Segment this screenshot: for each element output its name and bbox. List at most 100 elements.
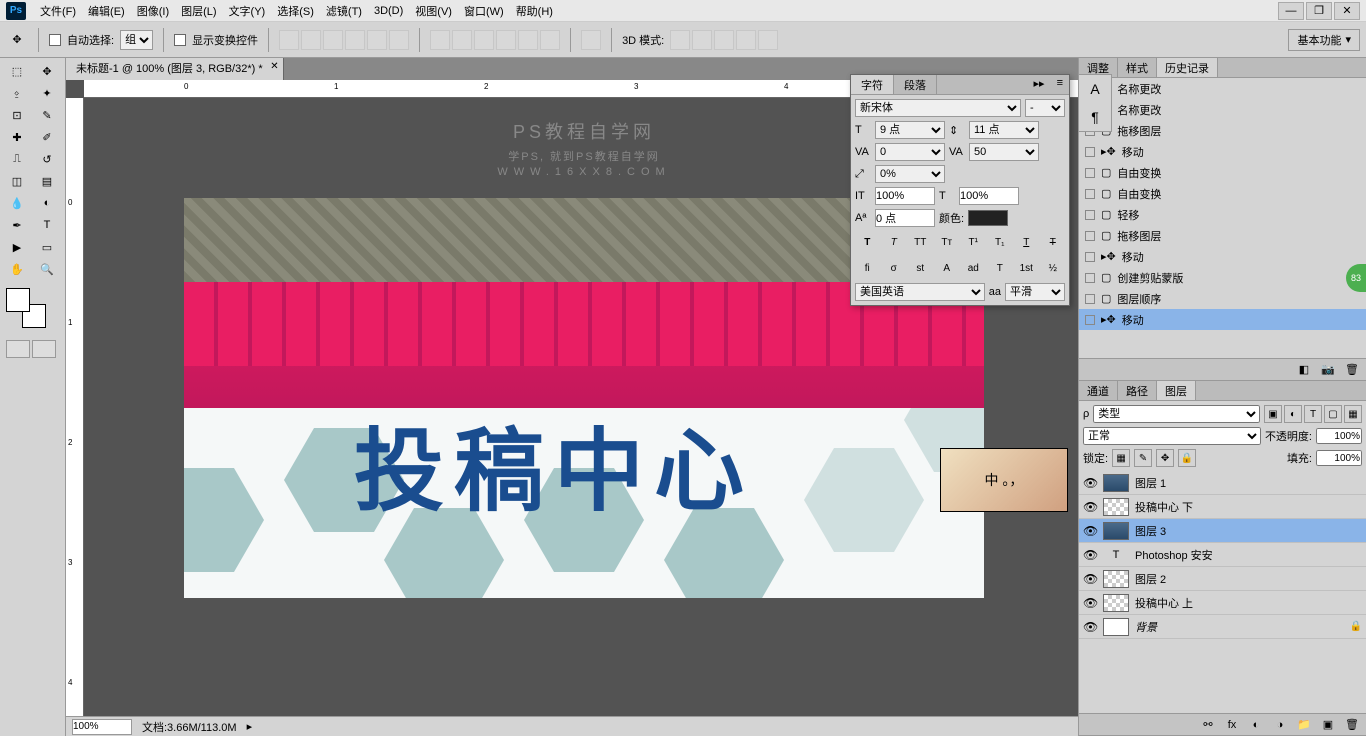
panel-menu-icon[interactable]: ≡ [1051,75,1069,94]
ot-st-icon[interactable]: st [910,259,930,277]
hscale-input[interactable] [959,187,1019,205]
path-select-tool[interactable]: ▶ [2,236,32,258]
align-top-icon[interactable] [279,30,299,50]
history-item[interactable]: ▢自由变换 [1079,183,1366,204]
language-dropdown[interactable]: 美国英语 [855,283,985,301]
lock-all-icon[interactable]: 🔒 [1178,449,1196,467]
tab-character[interactable]: 字符 [851,75,894,94]
auto-align-icon[interactable] [581,30,601,50]
brush-tool[interactable]: ✐ [32,126,62,148]
visibility-icon[interactable]: 👁 [1083,500,1097,514]
fill-input[interactable] [1316,450,1362,466]
blend-mode-dropdown[interactable]: 正常 [1083,427,1261,445]
history-item[interactable]: ▢图层顺序 [1079,288,1366,309]
delete-layer-icon[interactable]: 🗑 [1344,717,1360,733]
align-bottom-icon[interactable] [323,30,343,50]
strike-icon[interactable]: T [1043,233,1063,251]
kerning-dropdown[interactable]: 0 [875,143,945,161]
tracking-dropdown[interactable]: 50 [969,143,1039,161]
tab-layers[interactable]: 图层 [1157,381,1196,400]
subscript-icon[interactable]: T₁ [990,233,1010,251]
layer-item[interactable]: 👁图层 1 [1079,471,1366,495]
history-item[interactable]: ▢名称更改 [1079,99,1366,120]
delete-state-icon[interactable]: 🗑 [1344,362,1360,378]
tab-styles[interactable]: 样式 [1118,58,1157,77]
filter-smart-icon[interactable]: ▦ [1344,405,1362,423]
superscript-icon[interactable]: T¹ [963,233,983,251]
history-item[interactable]: ▸✥移动 [1079,246,1366,267]
opacity-input[interactable] [1316,428,1362,444]
link-layers-icon[interactable]: ⚯ [1200,717,1216,733]
move-tool[interactable]: ✥ [32,60,62,82]
leading-dropdown[interactable]: 11 点 [969,121,1039,139]
shape-tool[interactable]: ▭ [32,236,62,258]
layer-item[interactable]: 👁背景🔒 [1079,615,1366,639]
vscale-input[interactable] [875,187,935,205]
menu-view[interactable]: 视图(V) [409,1,458,21]
lock-transparency-icon[interactable]: ▦ [1112,449,1130,467]
new-layer-icon[interactable]: ▣ [1320,717,1336,733]
layer-name[interactable]: 图层 1 [1135,475,1166,491]
zoom-tool[interactable]: 🔍 [32,258,62,280]
filter-pixel-icon[interactable]: ▣ [1264,405,1282,423]
close-tab-icon[interactable]: ✕ [270,61,278,72]
filter-type-icon[interactable]: T [1304,405,1322,423]
font-size-dropdown[interactable]: 9 点 [875,121,945,139]
crop-tool[interactable]: ⊡ [2,104,32,126]
gradient-tool[interactable]: ▤ [32,170,62,192]
align-left-icon[interactable] [345,30,365,50]
font-family-dropdown[interactable]: 新宋体 [855,99,1021,117]
layers-list[interactable]: 👁图层 1👁投稿中心 下👁图层 3👁TPhotoshop 安安👁图层 2👁投稿中… [1079,471,1366,713]
quickmask-mode-icon[interactable] [32,340,56,358]
workspace-switcher[interactable]: 基本功能 ▾ [1288,29,1360,51]
layer-thumbnail[interactable] [1103,498,1129,516]
layer-name[interactable]: 背景 [1135,619,1157,635]
ot-fraction-icon[interactable]: ½ [1043,259,1063,277]
new-doc-icon[interactable]: 📷 [1320,362,1336,378]
eraser-tool[interactable]: ◫ [2,170,32,192]
ot-titling-icon[interactable]: T [990,259,1010,277]
status-arrow-icon[interactable]: ▸ [247,720,253,733]
magic-wand-tool[interactable]: ✦ [32,82,62,104]
menu-layer[interactable]: 图层(L) [175,1,222,21]
character-panel-icon[interactable]: A [1084,79,1106,99]
3d-roll-icon[interactable] [692,30,712,50]
layer-filter-dropdown[interactable]: 类型 [1093,405,1260,423]
dist-vcenter-icon[interactable] [452,30,472,50]
history-item[interactable]: ▢名称更改 [1079,78,1366,99]
3d-zoom-icon[interactable] [758,30,778,50]
3d-pan-icon[interactable] [714,30,734,50]
scale-dropdown[interactable]: 0% [875,165,945,183]
layer-item[interactable]: 👁图层 3 [1079,519,1366,543]
layer-thumbnail[interactable] [1103,618,1129,636]
hand-tool[interactable]: ✋ [2,258,32,280]
ot-swash-icon[interactable]: A [937,259,957,277]
ot-fi-icon[interactable]: fi [857,259,877,277]
history-item[interactable]: ▢拖移图层 [1079,225,1366,246]
history-item[interactable]: ▢自由变换 [1079,162,1366,183]
align-hcenter-icon[interactable] [367,30,387,50]
ot-ordinal-icon[interactable]: 1st [1016,259,1036,277]
ot-ad-icon[interactable]: ad [963,259,983,277]
ot-sigma-icon[interactable]: σ [884,259,904,277]
layer-name[interactable]: 投稿中心 下 [1135,499,1193,515]
history-item[interactable]: ▢拖移图层 [1079,120,1366,141]
menu-image[interactable]: 图像(I) [131,1,175,21]
paragraph-panel-icon[interactable]: ¶ [1084,107,1106,127]
ime-indicator[interactable]: 中 。， [940,448,1068,512]
layer-thumbnail[interactable] [1103,474,1129,492]
zoom-input[interactable] [72,719,132,735]
panel-collapse-icon[interactable]: ▸▸ [1028,75,1051,94]
marquee-tool[interactable]: ⬚ [2,60,32,82]
menu-help[interactable]: 帮助(H) [510,1,559,21]
filter-adjust-icon[interactable]: ◐ [1284,405,1302,423]
underline-icon[interactable]: T [1016,233,1036,251]
tab-channels[interactable]: 通道 [1079,381,1118,400]
menu-filter[interactable]: 滤镜(T) [320,1,368,21]
close-button[interactable]: ✕ [1334,2,1360,20]
history-item[interactable]: ▢轻移 [1079,204,1366,225]
layer-name[interactable]: Photoshop 安安 [1135,547,1213,563]
layer-name[interactable]: 投稿中心 上 [1135,595,1193,611]
tab-paths[interactable]: 路径 [1118,381,1157,400]
visibility-icon[interactable]: 👁 [1083,620,1097,634]
